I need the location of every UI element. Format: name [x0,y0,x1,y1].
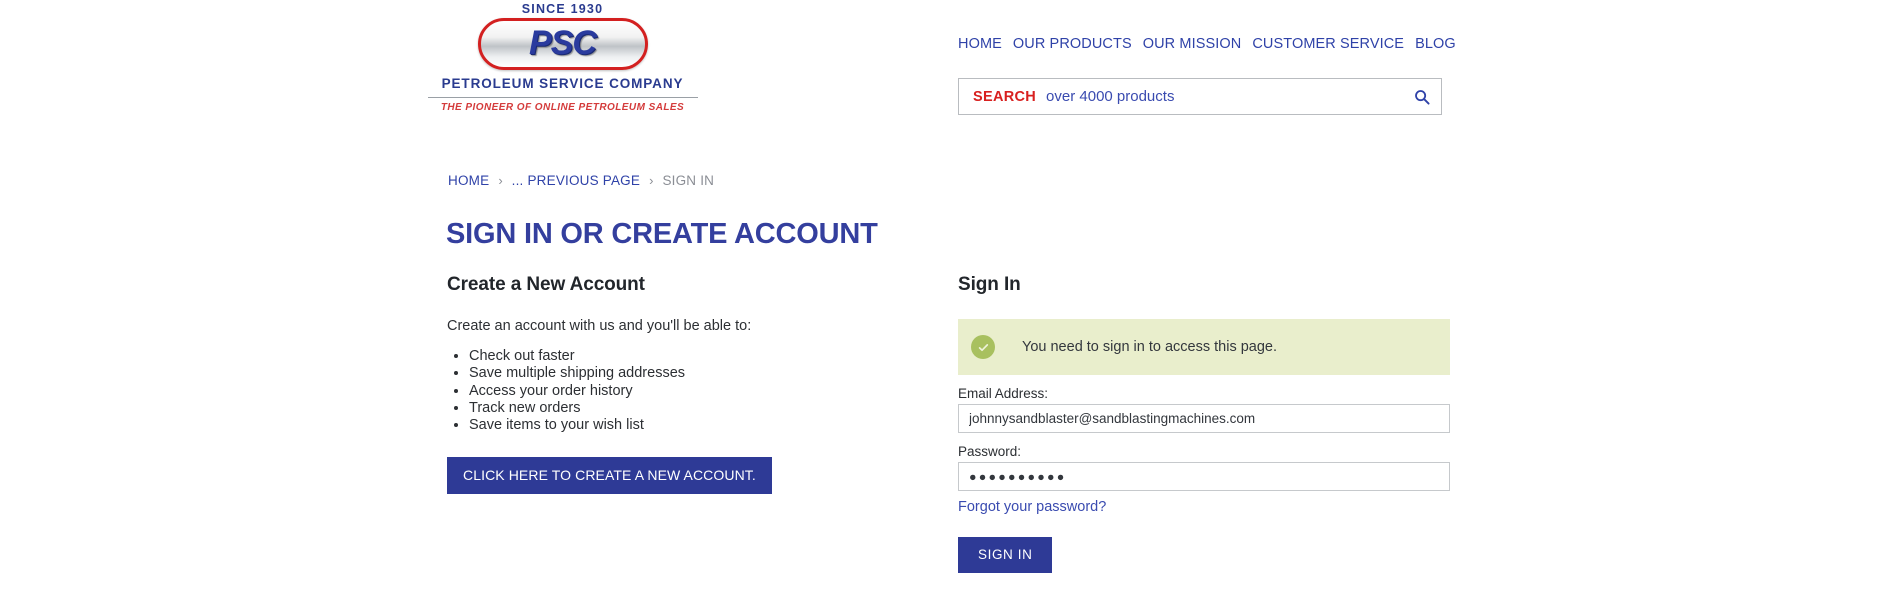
nav-item-our-products[interactable]: OUR PRODUCTS [1013,36,1132,52]
search-bar[interactable]: SEARCH [958,78,1442,115]
search-input[interactable] [1046,88,1403,105]
forgot-password-link[interactable]: Forgot your password? [958,499,1106,515]
breadcrumb-item-home[interactable]: HOME [448,173,489,188]
list-item: Check out faster [469,348,917,365]
breadcrumb-separator-icon: › [498,173,502,188]
create-account-benefits-list: Check out faster Save multiple shipping … [449,348,917,434]
breadcrumb-item-current: SIGN IN [662,173,714,188]
create-account-panel: Create a New Account Create an account w… [447,274,917,494]
page-title: SIGN IN OR CREATE ACCOUNT [446,218,878,251]
nav-item-home[interactable]: HOME [958,36,1002,52]
logo-since-text: SINCE 1930 [420,2,705,16]
search-label: SEARCH [973,89,1036,105]
list-item: Save items to your wish list [469,417,917,434]
search-icon[interactable] [1403,89,1441,105]
list-item: Access your order history [469,383,917,400]
sign-in-panel: Sign In You need to sign in to access th… [958,274,1450,573]
main-nav: HOME OUR PRODUCTS OUR MISSION CUSTOMER S… [958,36,1456,52]
email-label: Email Address: [958,386,1450,401]
email-field[interactable] [958,404,1450,433]
logo-badge: PSC [478,18,648,70]
sign-in-notice: You need to sign in to access this page. [958,319,1450,375]
create-account-intro: Create an account with us and you'll be … [447,318,917,334]
create-account-button[interactable]: CLICK HERE TO CREATE A NEW ACCOUNT. [447,457,772,494]
breadcrumb: HOME › ... PREVIOUS PAGE › SIGN IN [448,173,714,188]
breadcrumb-item-previous-page[interactable]: ... PREVIOUS PAGE [512,173,640,188]
password-label: Password: [958,444,1450,459]
logo-company-name: PETROLEUM SERVICE COMPANY [420,76,705,91]
site-header: SINCE 1930 PSC PETROLEUM SERVICE COMPANY… [0,0,1883,150]
logo-psc-text: PSC [478,18,648,70]
page-root: SINCE 1930 PSC PETROLEUM SERVICE COMPANY… [0,0,1883,590]
list-item: Save multiple shipping addresses [469,365,917,382]
password-field[interactable] [958,462,1450,491]
logo-tagline: THE PIONEER OF ONLINE PETROLEUM SALES [420,102,705,113]
nav-item-blog[interactable]: BLOG [1415,36,1456,52]
create-account-heading: Create a New Account [447,274,917,296]
breadcrumb-separator-icon: › [649,173,653,188]
list-item: Track new orders [469,400,917,417]
sign-in-button[interactable]: SIGN IN [958,537,1052,573]
logo-divider [428,97,698,98]
sign-in-heading: Sign In [958,274,1450,296]
sign-in-notice-text: You need to sign in to access this page. [1022,339,1277,355]
nav-item-our-mission[interactable]: OUR MISSION [1143,36,1242,52]
site-logo[interactable]: SINCE 1930 PSC PETROLEUM SERVICE COMPANY… [420,2,705,113]
check-circle-icon [971,335,995,359]
nav-item-customer-service[interactable]: CUSTOMER SERVICE [1252,36,1404,52]
